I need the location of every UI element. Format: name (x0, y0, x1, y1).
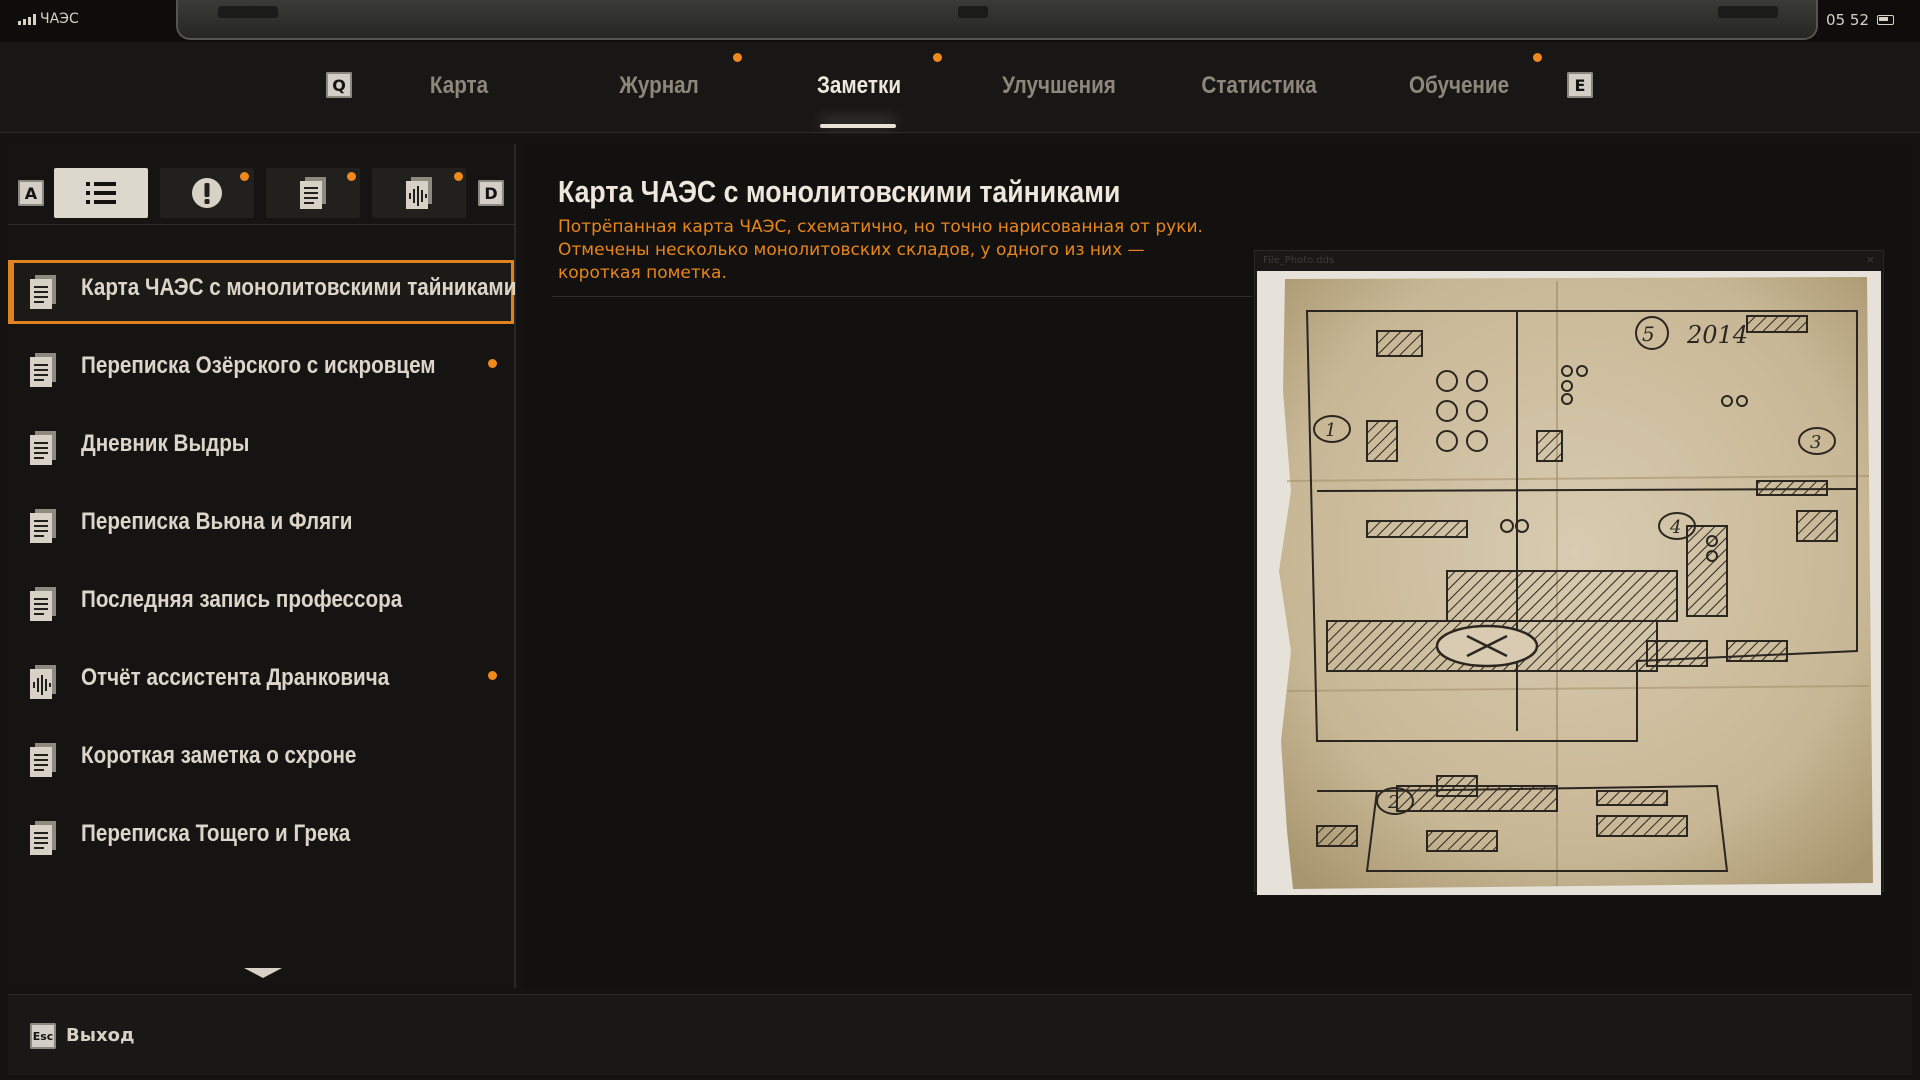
audio-note-icon (406, 177, 432, 209)
map-mark: 1 (1325, 420, 1336, 441)
document-icon (30, 353, 56, 387)
note-item-vydra-diary[interactable]: Дневник Выдры (8, 416, 514, 480)
filter-documents-button[interactable] (266, 168, 360, 218)
main-tab-bar: Q Карта Журнал Заметки Улучшения Статист… (0, 42, 1920, 133)
exit-button[interactable]: Выход (66, 1025, 135, 1046)
photo-close-icon: × (1865, 253, 1875, 266)
tab-map[interactable]: Карта (377, 66, 540, 106)
note-item-label: Переписка Вьюна и Фляги (81, 508, 353, 535)
map-mark: 2 (1387, 792, 1399, 813)
tab-notes[interactable]: Заметки (777, 66, 940, 106)
map-mark: 2014 (1686, 321, 1748, 349)
description-divider (552, 296, 1252, 297)
document-icon (30, 743, 56, 777)
prev-tab-key[interactable]: Q (326, 72, 352, 98)
document-icon (30, 821, 56, 855)
note-item-label: Карта ЧАЭС с монолитовскими тайниками (81, 274, 517, 301)
hand-drawn-map-image: 5 2014 1 3 4 2 (1257, 271, 1881, 895)
tab-upgrades[interactable]: Улучшения (977, 66, 1140, 106)
note-item-chnpp-map[interactable]: Карта ЧАЭС с монолитовскими тайниками (8, 260, 517, 324)
tab-tutorial[interactable]: Обучение (1377, 66, 1540, 106)
note-item-label: Переписка Озёрского с искровцем (81, 352, 436, 379)
map-mark: 5 (1642, 322, 1655, 346)
filter-documents-badge (347, 172, 356, 181)
battery-icon (1877, 15, 1894, 25)
tab-statistics[interactable]: Статистика (1177, 66, 1340, 106)
filter-quest-badge (240, 172, 249, 181)
note-new-badge (488, 359, 497, 368)
note-title: Карта ЧАЭС с монолитовскими тайниками (558, 174, 1121, 209)
document-icon (30, 275, 56, 309)
map-mark: 3 (1810, 432, 1821, 453)
tab-notes-badge (933, 53, 942, 62)
filter-audio-button[interactable] (372, 168, 466, 218)
note-detail-panel: Карта ЧАЭС с монолитовскими тайниками По… (522, 144, 1912, 988)
active-tab-indicator (820, 124, 896, 128)
audio-note-icon (30, 665, 56, 699)
filter-divider (8, 224, 514, 225)
photo-caption: File_Photo.dds (1263, 255, 1335, 266)
note-item-label: Переписка Тощего и Грека (81, 820, 351, 847)
note-item-professor-last-entry[interactable]: Последняя запись профессора (8, 572, 514, 636)
note-photo-frame: File_Photo.dds × 5 2014 1 3 4 2 (1254, 250, 1884, 895)
signal-icon (18, 13, 36, 25)
next-filter-key[interactable]: D (478, 180, 504, 206)
note-item-vyun-flyaga-correspondence[interactable]: Переписка Вьюна и Фляги (8, 494, 514, 558)
note-item-label: Отчёт ассистента Дранковича (81, 664, 390, 691)
filter-audio-badge (454, 172, 463, 181)
device-frame-decoration (176, 0, 1818, 40)
note-item-drankovich-report[interactable]: Отчёт ассистента Дранковича (8, 650, 514, 714)
note-new-badge (488, 671, 497, 680)
escape-key-icon[interactable]: Esc (30, 1023, 56, 1049)
note-item-toshchiy-grek-correspondence[interactable]: Переписка Тощего и Грека (8, 806, 514, 870)
prev-filter-key[interactable]: A (18, 180, 44, 206)
note-item-ozersky-correspondence[interactable]: Переписка Озёрского с искровцем (8, 338, 514, 402)
tab-tutorial-badge (1533, 53, 1542, 62)
notes-list-panel: A D Карта ЧАЭС с монолитовскими тайникам… (8, 144, 516, 988)
status-location: ЧАЭС (18, 11, 79, 27)
location-label: ЧАЭС (40, 11, 79, 27)
filter-all-button[interactable] (54, 168, 148, 218)
document-icon (30, 509, 56, 543)
note-item-label: Короткая заметка о схроне (81, 742, 357, 769)
scroll-down-icon[interactable] (244, 968, 282, 978)
status-clock: 05 52 (1826, 11, 1894, 29)
note-item-label: Дневник Выдры (81, 430, 250, 457)
tab-journal-badge (733, 53, 742, 62)
note-description: Потрёпанная карта ЧАЭС, схематично, но т… (558, 217, 1203, 283)
note-item-label: Последняя запись профессора (81, 586, 403, 613)
note-item-stash-note[interactable]: Короткая заметка о схроне (8, 728, 514, 792)
status-bar: ЧАЭС 05 52 (0, 0, 1920, 42)
document-icon (30, 587, 56, 621)
next-tab-key[interactable]: E (1567, 72, 1593, 98)
filter-row: A D (8, 156, 514, 218)
list-icon (86, 182, 116, 204)
document-icon (30, 431, 56, 465)
exclamation-icon (192, 178, 222, 208)
document-icon (300, 177, 326, 209)
footer-bar: Esc Выход (8, 994, 1912, 1075)
clock-time: 05 52 (1826, 11, 1869, 29)
tab-journal[interactable]: Журнал (577, 66, 740, 106)
map-mark: 4 (1669, 517, 1681, 538)
